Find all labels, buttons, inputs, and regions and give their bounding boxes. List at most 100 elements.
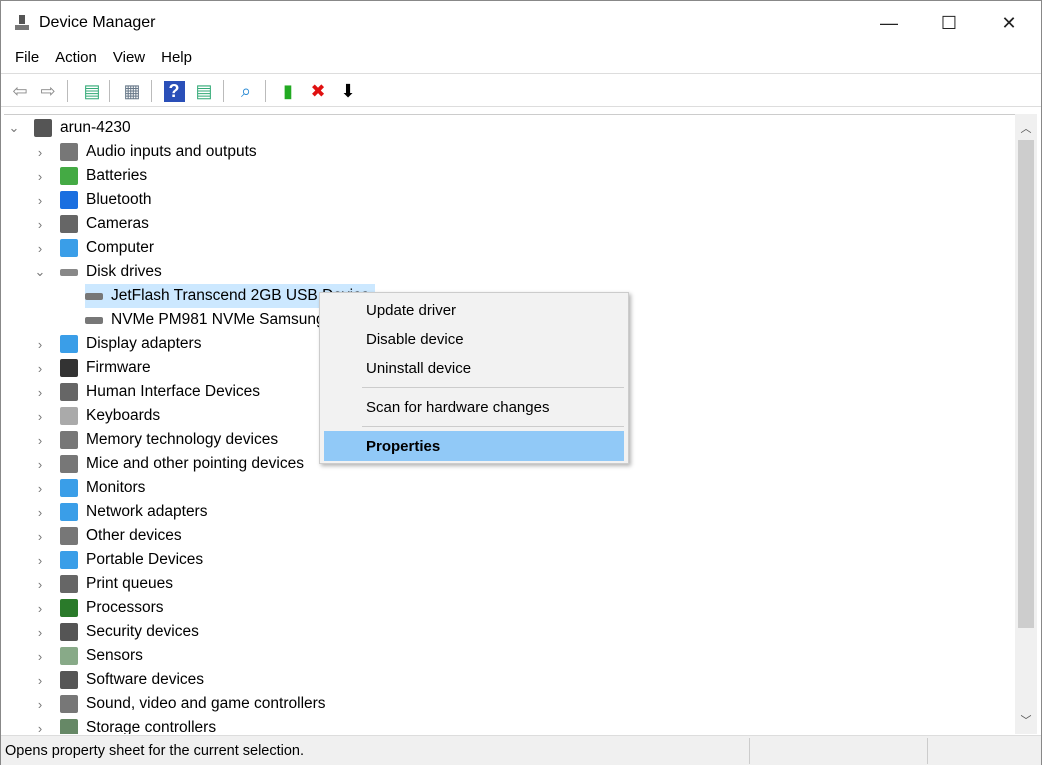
chevron-right-icon[interactable]: › (34, 673, 46, 688)
tree-category[interactable]: › Memory technology devices (38, 428, 284, 452)
chevron-right-icon[interactable]: › (34, 577, 46, 592)
chevron-right-icon[interactable]: › (34, 193, 46, 208)
tree-category[interactable]: › Print queues (38, 572, 179, 596)
show-hide-console-tree-button[interactable]: ▤ (81, 80, 103, 102)
context-menu-scan-for-hardware-changes[interactable]: Scan for hardware changes (324, 392, 624, 422)
chevron-right-icon[interactable]: › (34, 457, 46, 472)
monitor-icon (60, 479, 78, 497)
scroll-down-icon[interactable]: ﹀ (1015, 712, 1037, 728)
chevron-right-icon[interactable]: › (34, 433, 46, 448)
back-arrow-button[interactable]: ⇦ (9, 80, 31, 102)
tree-category[interactable]: › Batteries (38, 164, 153, 188)
tree-item-label: Memory technology devices (86, 431, 279, 448)
tree-root[interactable]: ⌄ arun-4230 (9, 116, 137, 140)
maximize-button[interactable]: ☐ (919, 1, 979, 45)
tree-category[interactable]: › Storage controllers (38, 716, 222, 734)
vertical-scrollbar[interactable]: ︿ ﹀ (1015, 114, 1037, 734)
chevron-right-icon[interactable]: › (34, 481, 46, 496)
help-icon: ? (163, 80, 185, 102)
tree-category[interactable]: › Mice and other pointing devices (38, 452, 310, 476)
close-button[interactable]: ✕ (979, 1, 1039, 45)
firmware-icon (60, 359, 78, 377)
tree-category[interactable]: › Network adapters (38, 500, 213, 524)
tree-item-label: Keyboards (86, 407, 161, 424)
chevron-right-icon[interactable]: › (34, 217, 46, 232)
chevron-right-icon[interactable]: › (34, 337, 46, 352)
tree-category[interactable]: › Other devices (38, 524, 188, 548)
scrollbar-thumb[interactable] (1018, 140, 1034, 628)
properties-icon: ▦ (123, 80, 141, 101)
chevron-right-icon[interactable]: › (34, 529, 46, 544)
tree-category[interactable]: › Cameras (38, 212, 155, 236)
chevron-right-icon[interactable]: › (34, 625, 46, 640)
computer-icon (60, 239, 78, 257)
tree-category[interactable]: › Sensors (38, 644, 149, 668)
help-button[interactable]: ? (163, 80, 185, 102)
chevron-right-icon[interactable]: › (34, 409, 46, 424)
menu-action[interactable]: Action (47, 45, 105, 71)
camera-icon (60, 215, 78, 233)
chevron-right-icon[interactable]: › (34, 721, 46, 735)
tree-item-label: Display adapters (86, 335, 202, 352)
chevron-right-icon[interactable]: › (34, 241, 46, 256)
chevron-right-icon[interactable]: › (34, 649, 46, 664)
menu-view[interactable]: View (105, 45, 153, 71)
disk-drive-icon (60, 268, 78, 276)
other-devices-icon (60, 527, 78, 545)
device-manager-window: Device Manager — ☐ ✕ File Action View He… (0, 0, 1042, 765)
mouse-icon (60, 455, 78, 473)
uninstall-icon: ✖ (310, 80, 326, 101)
tree-category[interactable]: › Display adapters (38, 332, 207, 356)
context-menu-properties[interactable]: Properties (324, 431, 624, 461)
chevron-down-icon[interactable]: ⌄ (8, 120, 20, 136)
context-menu-update-driver[interactable]: Update driver (324, 295, 624, 325)
tree-category[interactable]: › Firmware (38, 356, 157, 380)
tree-item-label: Print queues (86, 575, 174, 592)
chevron-right-icon[interactable]: › (34, 505, 46, 520)
tree-category[interactable]: › Computer (38, 236, 160, 260)
tree-device[interactable]: NVMe PM981 NVMe Samsung (85, 308, 331, 332)
chevron-right-icon[interactable]: › (34, 169, 46, 184)
tree-category[interactable]: › Processors (38, 596, 170, 620)
menu-file[interactable]: File (7, 45, 47, 71)
update-driver-button[interactable]: ▮ (277, 80, 299, 102)
back-arrow-icon: ⇦ (12, 80, 28, 101)
tree-category[interactable]: › Security devices (38, 620, 205, 644)
tree-category[interactable]: › Bluetooth (38, 188, 158, 212)
tree-item-label: Human Interface Devices (86, 383, 261, 400)
memory-icon (60, 431, 78, 449)
tree-item-label: Software devices (86, 671, 205, 688)
scan-hardware-button[interactable]: ⌕ (235, 80, 257, 102)
tree-category[interactable]: › Sound, video and game controllers (38, 692, 332, 716)
minimize-button[interactable]: — (859, 1, 919, 45)
uninstall-button[interactable]: ✖ (307, 80, 329, 102)
chevron-right-icon[interactable]: › (34, 697, 46, 712)
disable-device-button[interactable]: ⬇ (337, 80, 359, 102)
toolbar-separator (151, 80, 152, 102)
show-action-pane-button[interactable]: ▤ (193, 80, 215, 102)
keyboard-icon (60, 407, 78, 425)
toolbar-separator (109, 80, 110, 102)
tree-category[interactable]: › Audio inputs and outputs (38, 140, 263, 164)
menu-separator (362, 426, 624, 427)
chevron-right-icon[interactable]: › (34, 601, 46, 616)
chevron-right-icon[interactable]: › (34, 553, 46, 568)
tree-category[interactable]: › Portable Devices (38, 548, 209, 572)
tree-category[interactable]: ⌄ Disk drives (35, 260, 168, 284)
tree-category[interactable]: › Software devices (38, 668, 210, 692)
menu-help[interactable]: Help (153, 45, 200, 71)
scroll-up-icon[interactable]: ︿ (1015, 120, 1037, 136)
tree-category[interactable]: › Monitors (38, 476, 151, 500)
tree-category[interactable]: › Human Interface Devices (38, 380, 266, 404)
chevron-right-icon[interactable]: › (34, 145, 46, 160)
chevron-down-icon[interactable]: ⌄ (34, 264, 46, 280)
forward-arrow-button[interactable]: ⇨ (37, 80, 59, 102)
chevron-right-icon[interactable]: › (34, 385, 46, 400)
network-icon (60, 503, 78, 521)
tree-category[interactable]: › Keyboards (38, 404, 166, 428)
context-menu-disable-device[interactable]: Disable device (324, 324, 624, 354)
chevron-right-icon[interactable]: › (34, 361, 46, 376)
toolbar-separator (67, 80, 68, 102)
properties-button[interactable]: ▦ (121, 80, 143, 102)
context-menu-uninstall-device[interactable]: Uninstall device (324, 353, 624, 383)
